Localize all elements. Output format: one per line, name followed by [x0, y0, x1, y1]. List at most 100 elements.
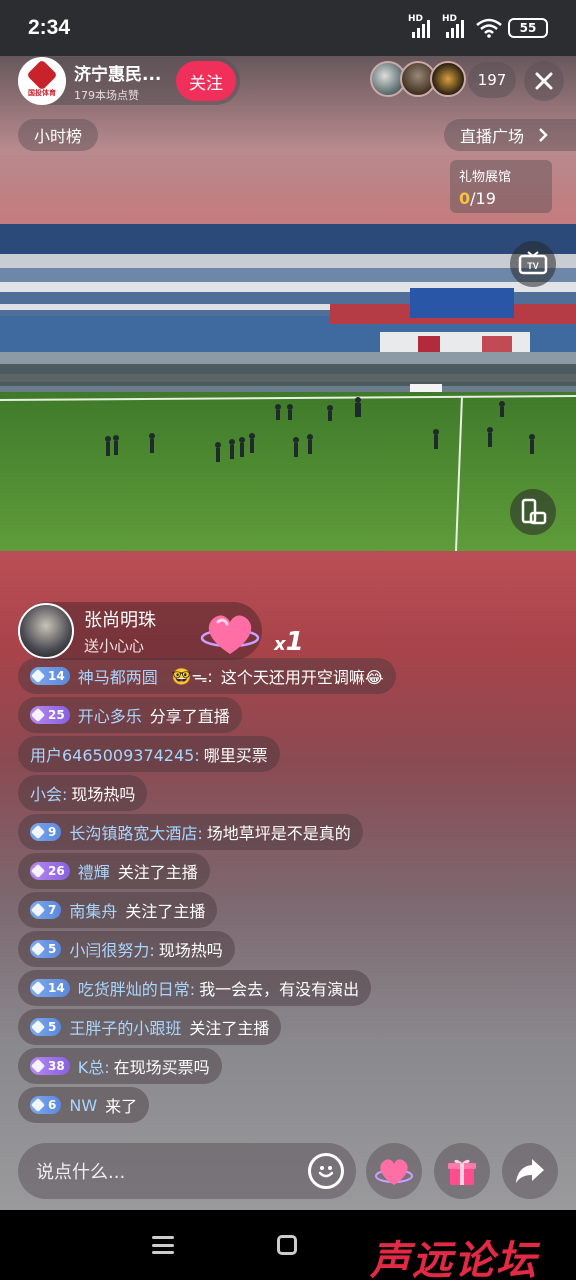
user-level: 7	[48, 903, 57, 917]
level-gem-icon	[30, 980, 46, 996]
chat-message[interactable]: 38 K总: 在现场买票吗	[18, 1048, 222, 1084]
chat-text: 哪里买票	[203, 746, 268, 765]
chat-username[interactable]: K总:	[78, 1054, 110, 1078]
like-button[interactable]	[366, 1143, 422, 1199]
chat-row: 25 开心多乐 分享了直播	[18, 697, 478, 736]
chat-message[interactable]: 小会: 现场热吗	[18, 775, 148, 811]
share-button[interactable]	[502, 1143, 558, 1199]
chat-username[interactable]: 小闫很努力:	[69, 937, 154, 961]
status-icons: HD HD 55	[408, 14, 548, 38]
emoji-button[interactable]	[308, 1153, 344, 1189]
brand-logo-text: 国投体育	[28, 89, 56, 97]
user-level-badge: 6	[30, 1096, 62, 1114]
viewer-avatars[interactable]	[370, 61, 466, 97]
close-button[interactable]	[524, 61, 564, 101]
chat-row: 小会: 现场热吗	[18, 775, 478, 814]
chat-username[interactable]: 南集舟	[69, 898, 117, 922]
chat-text: 来了	[105, 1097, 138, 1116]
chat-username[interactable]: 长沟镇路宽大酒店:	[69, 820, 202, 844]
chat-username[interactable]: 王胖子的小跟班	[69, 1015, 181, 1039]
comment-input[interactable]: 说点什么...	[18, 1143, 356, 1199]
chat-message[interactable]: 25 开心多乐 分享了直播	[18, 697, 242, 733]
anchor-avatar[interactable]: 国投体育	[18, 57, 66, 105]
gift-hall-total: /19	[470, 189, 496, 208]
rotate-screen-button[interactable]	[510, 489, 556, 535]
chat-username[interactable]: 吃货胖灿的日常:	[78, 976, 195, 1000]
chat-message[interactable]: 14 吃货胖灿的日常: 我一会去，有没有演出	[18, 970, 372, 1006]
signal-icon-2: HD	[442, 14, 464, 38]
chat-row: 5 王胖子的小跟班 关注了主播	[18, 1009, 478, 1048]
level-gem-icon	[30, 1019, 46, 1035]
user-level-badge: 14	[30, 979, 70, 997]
user-level: 25	[48, 708, 65, 722]
chat-username[interactable]: 禮輝	[78, 859, 110, 883]
gift-hall-collected: 0	[459, 189, 471, 208]
gift-sender-avatar[interactable]	[18, 603, 74, 659]
recent-apps-button[interactable]	[152, 1236, 174, 1254]
chat-message[interactable]: 6 NW 来了	[18, 1087, 150, 1123]
chat-row: 26 禮輝 关注了主播	[18, 853, 478, 892]
follow-button[interactable]: 关注	[176, 61, 236, 101]
viewer-avatar[interactable]	[430, 61, 466, 97]
viewer-count[interactable]: 197	[468, 62, 516, 98]
gift-multiplier: x1	[274, 627, 304, 657]
chat-message[interactable]: 5 王胖子的小跟班 关注了主播	[18, 1009, 282, 1045]
level-gem-icon	[30, 902, 46, 918]
anchor-name: 济宁惠民...	[74, 64, 162, 85]
user-level: 5	[48, 942, 57, 956]
home-button[interactable]	[277, 1235, 297, 1255]
like-heart-icon	[375, 1159, 413, 1185]
gift-hall-card[interactable]: 礼物展馆 0/19	[450, 160, 552, 213]
stadium-scene	[0, 224, 576, 551]
user-level-badge: 7	[30, 901, 62, 919]
chat-username[interactable]: 用户6465009374245:	[30, 742, 200, 766]
hourly-rank-button[interactable]: 小时榜	[18, 119, 98, 151]
user-level: 6	[48, 1098, 57, 1112]
chat-row: 6 NW 来了	[18, 1087, 478, 1126]
chat-text: 关注了主播	[117, 863, 198, 882]
user-level-badge: 9	[30, 823, 62, 841]
chat-message[interactable]: 用户6465009374245: 哪里买票	[18, 736, 280, 772]
chat-username[interactable]: 神马都两圆	[78, 664, 158, 688]
status-bar: 2:34 HD HD 55	[0, 0, 576, 56]
user-level: 5	[48, 1020, 57, 1034]
signal-icon: HD	[408, 14, 430, 38]
chat-username[interactable]: 开心多乐	[78, 703, 142, 727]
chat-row: 9 长沟镇路宽大酒店: 场地草坪是不是真的	[18, 814, 478, 853]
status-time: 2:34	[28, 16, 71, 39]
gift-button[interactable]	[434, 1143, 490, 1199]
anchor-text: 济宁惠民... 179本场点赞	[74, 60, 161, 103]
chat-text: 场地草坪是不是真的	[206, 824, 351, 843]
share-arrow-icon	[516, 1159, 544, 1183]
live-plaza-button[interactable]: 直播广场	[444, 119, 576, 151]
close-icon	[535, 72, 553, 90]
chat-message[interactable]: 5 小闫很努力: 现场热吗	[18, 931, 235, 967]
chat-username[interactable]: NW	[69, 1096, 97, 1115]
tv-cast-button[interactable]: TV	[510, 241, 556, 287]
chat-text: 现场热吗	[158, 941, 223, 960]
anchor-info-pill[interactable]: 国投体育 济宁惠民... 179本场点赞 关注	[18, 57, 240, 105]
level-gem-icon	[30, 1058, 46, 1074]
chat-message[interactable]: 26 禮輝 关注了主播	[18, 853, 210, 889]
live-video[interactable]: TV	[0, 224, 576, 551]
level-gem-icon	[30, 824, 46, 840]
live-plaza-label: 直播广场	[460, 127, 525, 146]
user-level-badge: 38	[30, 1057, 70, 1075]
battery-indicator: 55	[508, 18, 548, 38]
chat-message[interactable]: 14 神马都两圆 🤓 ᯓ: 这个天还用开空调嘛😂	[18, 658, 396, 694]
chat-row: 14 神马都两圆 🤓 ᯓ: 这个天还用开空调嘛😂	[18, 658, 478, 697]
user-level: 9	[48, 825, 57, 839]
level-gem-icon	[30, 1097, 46, 1113]
chat-message[interactable]: 9 长沟镇路宽大酒店: 场地草坪是不是真的	[18, 814, 363, 850]
chat-text: 这个天还用开空调嘛😂	[220, 668, 384, 687]
chat-username[interactable]: 小会:	[30, 781, 67, 805]
chat-message[interactable]: 7 南集舟 关注了主播	[18, 892, 218, 928]
chat-text: 分享了直播	[149, 707, 230, 726]
network-type-label: HD	[408, 14, 424, 24]
gift-action: 送小心心	[84, 637, 145, 655]
chat-list[interactable]: 14 神马都两圆 🤓 ᯓ: 这个天还用开空调嘛😂 25 开心多乐 分享了直播用户6465009…	[18, 658, 478, 1126]
user-level-badge: 5	[30, 940, 62, 958]
rotate-screen-icon	[521, 498, 547, 525]
wifi-icon	[476, 18, 502, 38]
user-level-badge: 25	[30, 706, 70, 724]
